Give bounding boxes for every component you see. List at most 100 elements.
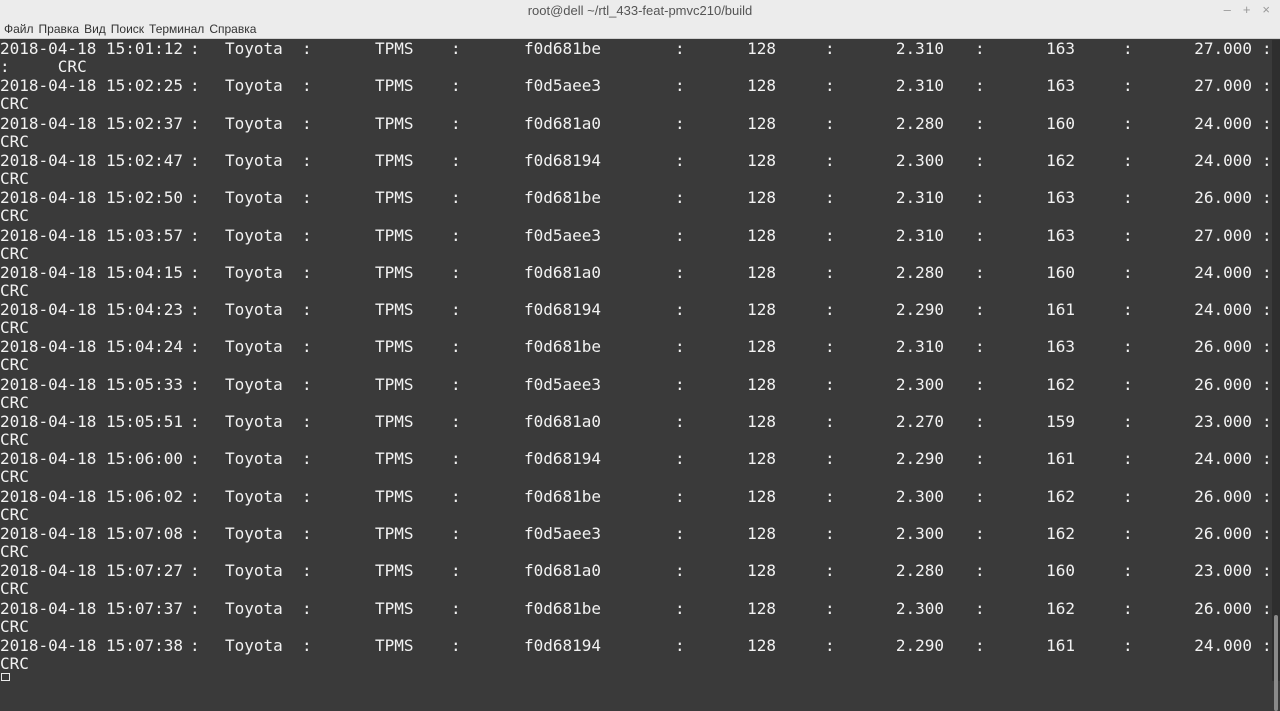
row-timestamp: 2018-04-18 15:02:47 [0, 150, 184, 170]
row-sensor-id: f0d681a0 [524, 113, 602, 133]
column-separator: : [190, 188, 200, 208]
row-type: TPMS [375, 76, 414, 96]
row-type: TPMS [375, 598, 414, 618]
row-temperature: 26.000 [1194, 486, 1252, 506]
column-separator: : [451, 337, 461, 357]
column-separator: : [190, 598, 200, 618]
column-separator: : [1123, 40, 1133, 58]
column-separator: : [451, 523, 461, 543]
column-separator: : [825, 262, 835, 282]
column-separator: : [302, 337, 312, 357]
vertical-scrollbar[interactable] [1272, 40, 1280, 711]
column-separator: : [675, 449, 685, 469]
row-value-1: 128 [747, 523, 776, 543]
row-timestamp: 2018-04-18 15:05:33 [0, 374, 184, 394]
row-timestamp: 2018-04-18 15:07:38 [0, 635, 184, 655]
row-sensor-id: f0d5aee3 [524, 523, 602, 543]
row-pressure: 2.300 [895, 374, 944, 394]
column-separator: : [190, 412, 200, 431]
column-separator: : [825, 523, 835, 543]
row-make: Toyota [225, 598, 283, 618]
row-pressure: 2.310 [895, 337, 944, 357]
scrollbar-thumb[interactable] [1274, 615, 1278, 711]
row-timestamp: 2018-04-18 15:02:25 [0, 76, 184, 96]
column-separator: : [1123, 300, 1133, 320]
maximize-button[interactable]: + [1243, 1, 1251, 19]
row-sensor-id: f0d5aee3 [524, 374, 602, 394]
column-separator: : [190, 523, 200, 543]
row-timestamp: 2018-04-18 15:05:51 [0, 412, 184, 431]
row-sensor-id: f0d681be [524, 486, 602, 506]
column-separator: : [675, 412, 685, 431]
column-separator: : [190, 374, 200, 394]
column-separator: : [1123, 561, 1133, 581]
column-separator: : [975, 40, 985, 58]
column-separator: : [190, 76, 200, 96]
column-separator: : [302, 598, 312, 618]
row-value-3: 163 [1046, 40, 1075, 58]
menu-help[interactable]: Справка [209, 22, 256, 36]
row-make: Toyota [225, 76, 283, 96]
row-temperature: 26.000 [1194, 523, 1252, 543]
column-separator: : [825, 412, 835, 431]
row-pressure: 2.270 [895, 412, 944, 431]
column-separator: : [975, 561, 985, 581]
log-line: 2018-04-18 15:04:24: Toyota: TPMS: f0d681be… [0, 338, 1272, 375]
column-separator: : [975, 300, 985, 320]
column-separator: : [1123, 262, 1133, 282]
row-temperature: 24.000 [1194, 113, 1252, 133]
log-line: 2018-04-18 15:04:23: Toyota: TPMS: f0d68194… [0, 301, 1272, 338]
column-separator: : [675, 40, 685, 58]
row-crc: CRC [0, 541, 29, 561]
column-separator: : [675, 300, 685, 320]
column-separator: : [675, 76, 685, 96]
column-separator: : [975, 76, 985, 96]
column-separator: : [825, 635, 835, 655]
terminal-output[interactable]: 2018-04-18 15:01:12: Toyota: TPMS: f0d681be… [0, 40, 1272, 681]
minimize-button[interactable]: – [1224, 1, 1231, 19]
column-separator: : [675, 561, 685, 581]
menu-bar: Файл Правка Вид Поиск Терминал Справка [0, 20, 1280, 39]
row-value-3: 160 [1046, 113, 1075, 133]
row-type: TPMS [375, 40, 414, 58]
column-separator: : [451, 412, 461, 431]
row-crc: CRC [0, 653, 29, 673]
menu-view[interactable]: Вид [84, 22, 106, 36]
menu-edit[interactable]: Правка [39, 22, 80, 36]
column-separator: : [825, 76, 835, 96]
row-pressure: 2.310 [895, 76, 944, 96]
row-crc: CRC [0, 94, 29, 114]
row-type: TPMS [375, 300, 414, 320]
row-crc: : CRC [0, 57, 87, 76]
close-button[interactable]: × [1262, 1, 1270, 19]
column-separator: : [975, 635, 985, 655]
menu-file[interactable]: Файл [4, 22, 34, 36]
column-separator: : [1123, 374, 1133, 394]
column-separator: : [451, 150, 461, 170]
row-type: TPMS [375, 150, 414, 170]
row-pressure: 2.290 [895, 635, 944, 655]
row-crc: CRC [0, 318, 29, 338]
row-value-1: 128 [747, 40, 776, 58]
row-make: Toyota [225, 523, 283, 543]
column-separator: : [1123, 449, 1133, 469]
row-make: Toyota [225, 561, 283, 581]
row-value-1: 128 [747, 486, 776, 506]
column-separator: : [1262, 635, 1272, 655]
row-type: TPMS [375, 374, 414, 394]
row-value-3: 163 [1046, 337, 1075, 357]
row-sensor-id: f0d681be [524, 337, 602, 357]
log-line: 2018-04-18 15:01:12: Toyota: TPMS: f0d681be… [0, 40, 1272, 77]
column-separator: : [825, 113, 835, 133]
row-timestamp: 2018-04-18 15:03:57 [0, 225, 184, 245]
column-separator: : [1123, 635, 1133, 655]
row-value-1: 128 [747, 598, 776, 618]
terminal-cursor [1, 673, 10, 681]
column-separator: : [975, 188, 985, 208]
menu-terminal[interactable]: Терминал [149, 22, 204, 36]
row-value-3: 162 [1046, 374, 1075, 394]
row-sensor-id: f0d681a0 [524, 412, 602, 431]
column-separator: : [190, 262, 200, 282]
menu-search[interactable]: Поиск [111, 22, 144, 36]
column-separator: : [302, 40, 312, 58]
